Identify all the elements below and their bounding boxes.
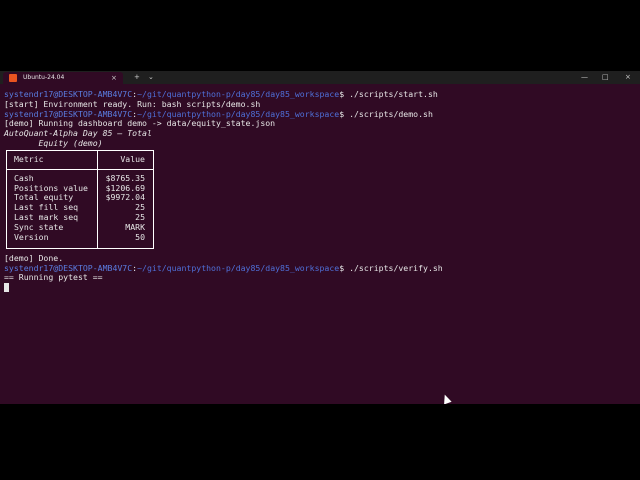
value-cell: 50 <box>135 231 145 242</box>
command-text: ./scripts/start.sh <box>349 89 438 99</box>
maximize-button[interactable]: □ <box>602 72 609 82</box>
header-divider <box>7 168 153 170</box>
terminal-output[interactable]: systendr17@DESKTOP-AMB4V7C:~/git/quantpy… <box>4 89 640 293</box>
chevron-down-icon[interactable]: ⌄ <box>148 72 154 82</box>
prompt-path: ~/git/quantpython-p/day85/day85_workspac… <box>137 262 340 273</box>
terminal-window: Ubuntu-24.04 × + ⌄ — □ × systendr17@DESK… <box>0 71 640 404</box>
command-text: ./scripts/demo.sh <box>349 108 433 119</box>
close-window-button[interactable]: × <box>625 72 631 82</box>
new-tab-button[interactable]: + <box>134 72 140 82</box>
text-cursor <box>4 283 9 293</box>
prompt-path: ~/git/quantpython-p/day85/day85_workspac… <box>137 89 340 99</box>
prompt-path: ~/git/quantpython-p/day85/day85_workspac… <box>137 108 340 119</box>
column-header-metric: Metric <box>14 153 44 164</box>
equity-table: Metric Value Cash $8765.35 Positions valu… <box>6 149 154 249</box>
column-header-value: Value <box>120 153 145 164</box>
minimize-button[interactable]: — <box>581 72 588 82</box>
cursor-line <box>4 283 640 293</box>
metric-cell: Version <box>14 231 49 242</box>
command-text: ./scripts/verify.sh <box>349 262 443 273</box>
prompt-user: systendr17@DESKTOP-AMB4V7C <box>4 89 133 99</box>
title-bar: Ubuntu-24.04 × + ⌄ — □ × <box>0 71 640 84</box>
ubuntu-icon <box>9 74 17 82</box>
prompt-user: systendr17@DESKTOP-AMB4V7C <box>4 108 133 119</box>
mouse-pointer-icon <box>441 393 452 404</box>
tab-title: Ubuntu-24.04 <box>23 74 65 81</box>
tab-close-icon[interactable]: × <box>111 73 117 83</box>
tab-ubuntu[interactable]: Ubuntu-24.04 × <box>3 72 123 84</box>
output-line: == Running pytest == <box>4 272 103 283</box>
table-title-line-2: Equity (demo) <box>4 137 103 148</box>
prompt-user: systendr17@DESKTOP-AMB4V7C <box>4 262 133 273</box>
table-row: Version 50 <box>7 231 153 243</box>
